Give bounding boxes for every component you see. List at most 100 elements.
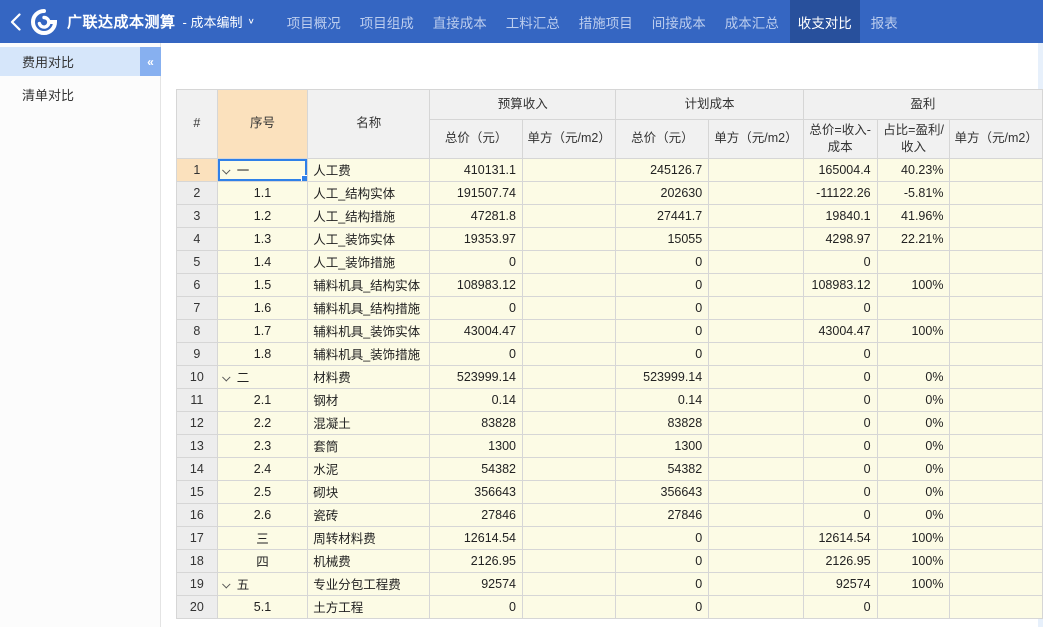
name-cell[interactable]: 专业分包工程费: [308, 572, 430, 595]
seq-cell[interactable]: 二: [217, 365, 307, 388]
row-number-cell[interactable]: 13: [177, 434, 218, 457]
plan-unit-cell[interactable]: [709, 250, 803, 273]
plan-unit-cell[interactable]: [709, 595, 803, 618]
budget-unit-cell[interactable]: [522, 480, 615, 503]
plan-total-cell[interactable]: 0.14: [616, 388, 709, 411]
tab-direct-cost[interactable]: 直接成本: [425, 0, 495, 43]
budget-unit-cell[interactable]: [522, 319, 615, 342]
budget-unit-cell[interactable]: [522, 388, 615, 411]
plan-total-cell[interactable]: 27441.7: [616, 204, 709, 227]
row-number-cell[interactable]: 17: [177, 526, 218, 549]
plan-total-cell[interactable]: 523999.14: [616, 365, 709, 388]
plan-unit-cell[interactable]: [709, 572, 803, 595]
seq-cell[interactable]: 2.2: [217, 411, 307, 434]
profit-total-cell[interactable]: 12614.54: [803, 526, 877, 549]
seq-cell[interactable]: 1.4: [217, 250, 307, 273]
profit-ratio-cell[interactable]: 40.23%: [877, 158, 950, 181]
seq-cell[interactable]: 5.1: [217, 595, 307, 618]
plan-total-cell[interactable]: 0: [616, 296, 709, 319]
row-number-cell[interactable]: 14: [177, 457, 218, 480]
profit-total-cell[interactable]: 92574: [803, 572, 877, 595]
name-cell[interactable]: 钢材: [308, 388, 430, 411]
name-cell[interactable]: 套筒: [308, 434, 430, 457]
profit-ratio-cell[interactable]: 0%: [877, 457, 950, 480]
seq-cell[interactable]: 2.1: [217, 388, 307, 411]
seq-cell[interactable]: 2.3: [217, 434, 307, 457]
profit-ratio-cell[interactable]: 100%: [877, 572, 950, 595]
profit-total-cell[interactable]: 0: [803, 411, 877, 434]
row-number-cell[interactable]: 12: [177, 411, 218, 434]
profit-unit-cell[interactable]: [950, 296, 1043, 319]
profit-total-cell[interactable]: 0: [803, 388, 877, 411]
budget-total-cell[interactable]: 19353.97: [430, 227, 523, 250]
row-number-cell[interactable]: 15: [177, 480, 218, 503]
name-cell[interactable]: 人工_结构措施: [308, 204, 430, 227]
budget-total-cell[interactable]: 83828: [430, 411, 523, 434]
plan-total-cell[interactable]: 1300: [616, 434, 709, 457]
sidebar-item-list-compare[interactable]: 清单对比: [0, 80, 160, 109]
budget-unit-cell[interactable]: [522, 342, 615, 365]
plan-total-cell[interactable]: 245126.7: [616, 158, 709, 181]
profit-total-cell[interactable]: 0: [803, 434, 877, 457]
profit-unit-cell[interactable]: [950, 273, 1043, 296]
seq-cell[interactable]: 2.5: [217, 480, 307, 503]
expand-chevron-icon[interactable]: [222, 580, 230, 588]
seq-cell[interactable]: 1.3: [217, 227, 307, 250]
budget-unit-cell[interactable]: [522, 296, 615, 319]
budget-total-cell[interactable]: 0: [430, 342, 523, 365]
profit-total-cell[interactable]: 2126.95: [803, 549, 877, 572]
name-cell[interactable]: 周转材料费: [308, 526, 430, 549]
name-cell[interactable]: 人工_装饰措施: [308, 250, 430, 273]
row-number-cell[interactable]: 18: [177, 549, 218, 572]
seq-cell[interactable]: 一: [217, 158, 307, 181]
plan-total-cell[interactable]: 0: [616, 595, 709, 618]
row-number-cell[interactable]: 8: [177, 319, 218, 342]
plan-total-cell[interactable]: 27846: [616, 503, 709, 526]
profit-unit-cell[interactable]: [950, 411, 1043, 434]
budget-unit-cell[interactable]: [522, 503, 615, 526]
plan-unit-cell[interactable]: [709, 365, 803, 388]
budget-total-cell[interactable]: 27846: [430, 503, 523, 526]
row-number-cell[interactable]: 19: [177, 572, 218, 595]
profit-total-cell[interactable]: 0: [803, 342, 877, 365]
budget-total-cell[interactable]: 356643: [430, 480, 523, 503]
name-cell[interactable]: 瓷砖: [308, 503, 430, 526]
budget-unit-cell[interactable]: [522, 595, 615, 618]
plan-total-cell[interactable]: 0: [616, 549, 709, 572]
profit-total-cell[interactable]: 108983.12: [803, 273, 877, 296]
name-cell[interactable]: 辅料机具_装饰措施: [308, 342, 430, 365]
plan-total-cell[interactable]: 0: [616, 273, 709, 296]
profit-ratio-cell[interactable]: 0%: [877, 365, 950, 388]
plan-unit-cell[interactable]: [709, 549, 803, 572]
profit-ratio-cell[interactable]: 0%: [877, 411, 950, 434]
budget-total-cell[interactable]: 0: [430, 595, 523, 618]
plan-unit-cell[interactable]: [709, 411, 803, 434]
workspace-switcher[interactable]: - 成本编制 ∨: [183, 12, 255, 31]
row-number-cell[interactable]: 5: [177, 250, 218, 273]
profit-total-cell[interactable]: 0: [803, 503, 877, 526]
row-number-cell[interactable]: 9: [177, 342, 218, 365]
budget-total-cell[interactable]: 410131.1: [430, 158, 523, 181]
plan-total-cell[interactable]: 15055: [616, 227, 709, 250]
profit-unit-cell[interactable]: [950, 365, 1043, 388]
plan-unit-cell[interactable]: [709, 342, 803, 365]
profit-unit-cell[interactable]: [950, 457, 1043, 480]
name-cell[interactable]: 辅料机具_装饰实体: [308, 319, 430, 342]
profit-unit-cell[interactable]: [950, 181, 1043, 204]
sidebar-item-fee-compare[interactable]: 费用对比: [0, 47, 160, 76]
budget-unit-cell[interactable]: [522, 158, 615, 181]
profit-ratio-cell[interactable]: [877, 250, 950, 273]
plan-total-cell[interactable]: 0: [616, 319, 709, 342]
plan-total-cell[interactable]: 0: [616, 342, 709, 365]
profit-ratio-cell[interactable]: [877, 595, 950, 618]
profit-unit-cell[interactable]: [950, 250, 1043, 273]
profit-ratio-cell[interactable]: -5.81%: [877, 181, 950, 204]
plan-unit-cell[interactable]: [709, 480, 803, 503]
profit-unit-cell[interactable]: [950, 503, 1043, 526]
profit-total-cell[interactable]: 0: [803, 250, 877, 273]
budget-unit-cell[interactable]: [522, 457, 615, 480]
seq-cell[interactable]: 1.8: [217, 342, 307, 365]
seq-cell[interactable]: 1.7: [217, 319, 307, 342]
plan-total-cell[interactable]: 54382: [616, 457, 709, 480]
back-button[interactable]: [0, 0, 27, 43]
